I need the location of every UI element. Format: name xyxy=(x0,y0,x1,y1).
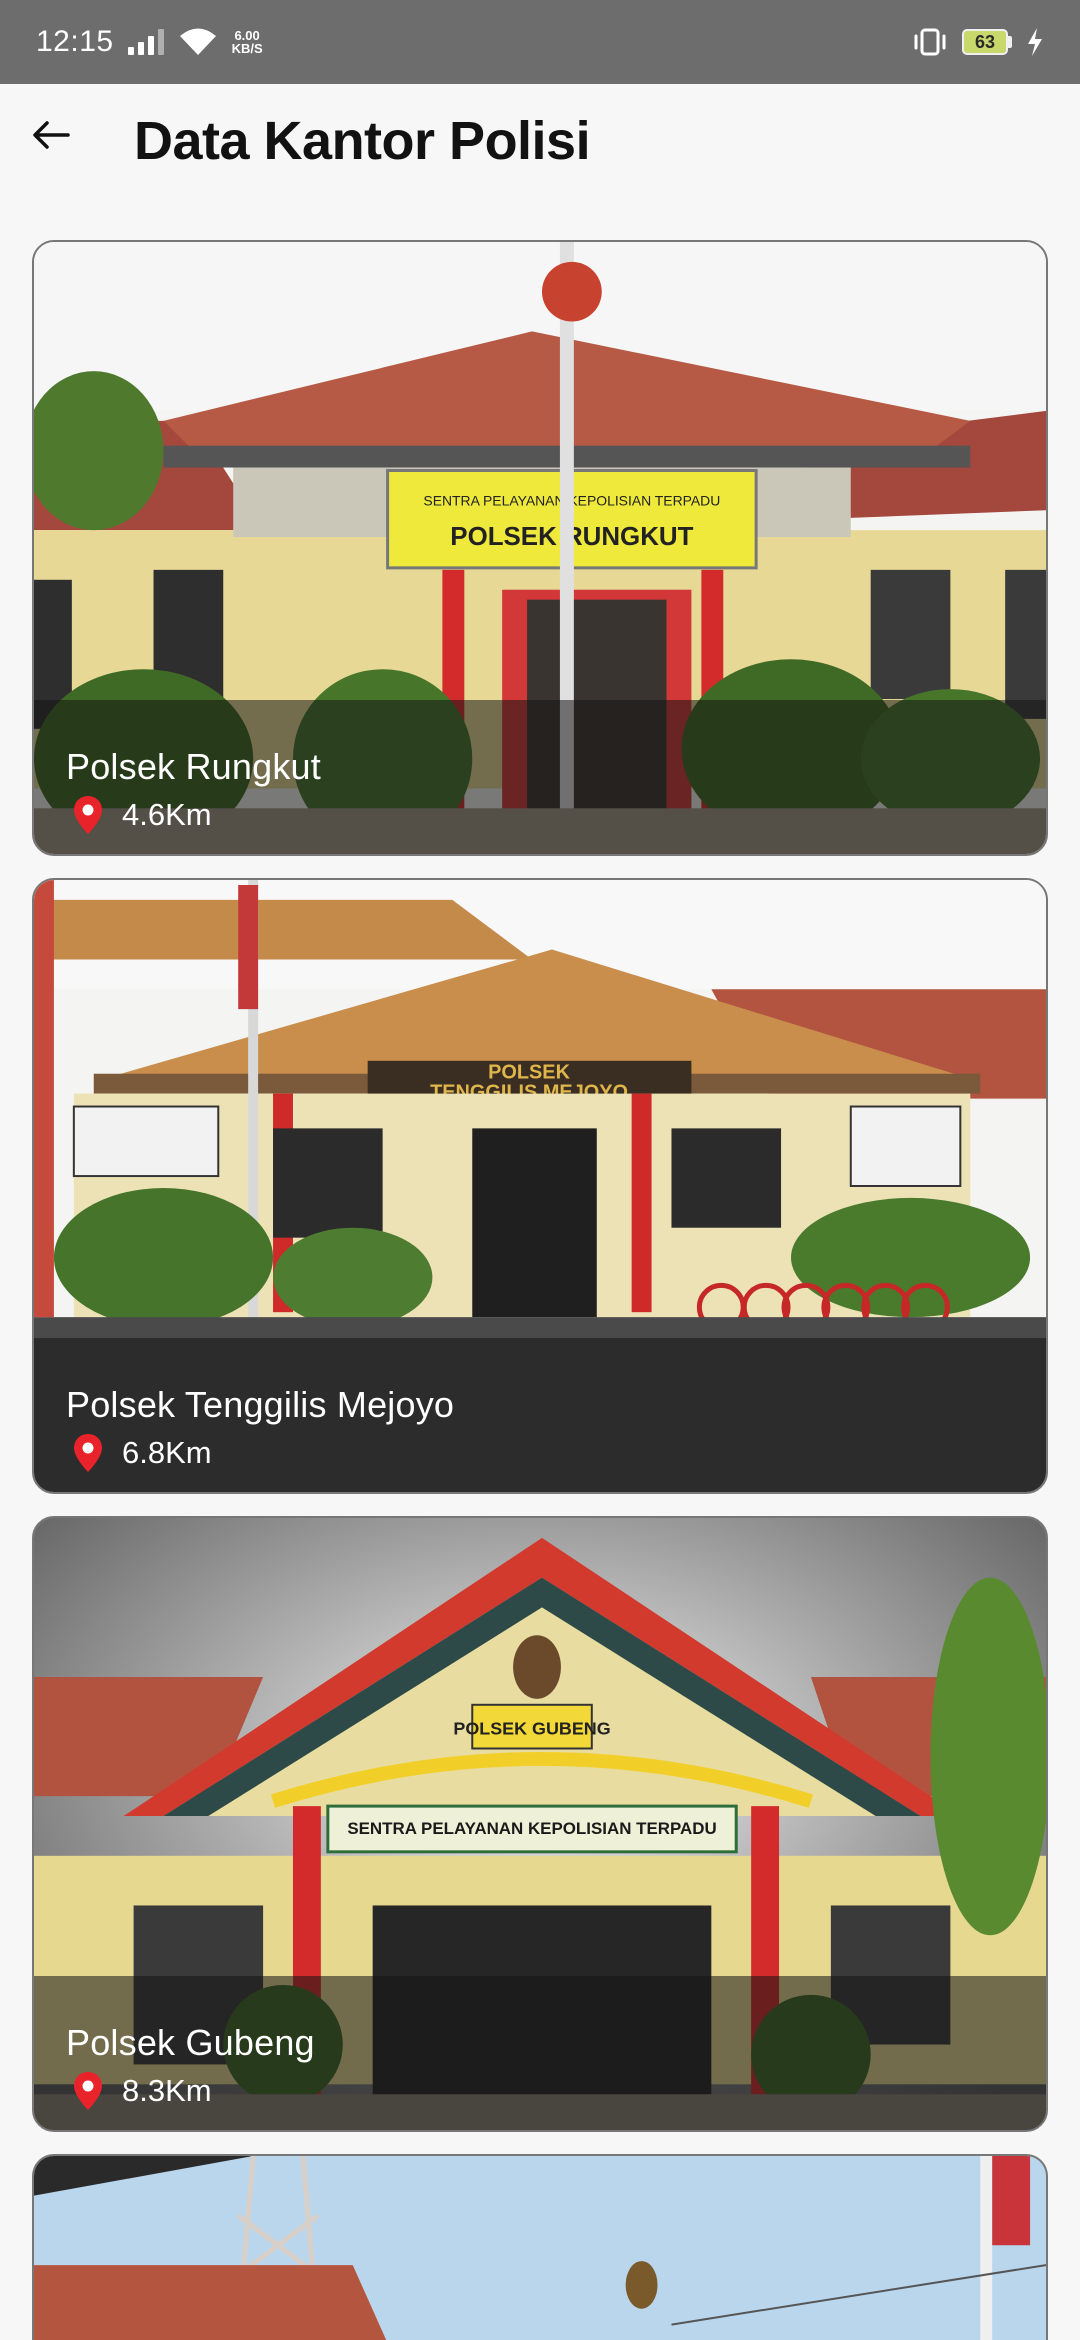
station-distance: 8.3Km xyxy=(74,2072,212,2110)
station-name: Polsek Gubeng xyxy=(66,2022,315,2063)
station-card[interactable] xyxy=(32,2154,1048,2340)
vibrate-icon xyxy=(914,28,946,56)
page-title: Data Kantor Polisi xyxy=(134,111,591,171)
status-time: 12:15 xyxy=(36,25,114,58)
battery-level: 63 xyxy=(962,29,1008,55)
sign-top-text: POLSEK GUBENG xyxy=(453,1719,610,1739)
location-pin-icon xyxy=(74,796,102,834)
distance-text: 8.3Km xyxy=(122,2073,212,2108)
station-card[interactable]: POLSEK TENGGILIS MEJOYO Polsek Tenggilis… xyxy=(32,878,1048,1494)
station-photo xyxy=(34,2156,1046,2340)
back-button[interactable] xyxy=(28,112,74,158)
location-pin-icon xyxy=(74,2072,102,2110)
station-name: Polsek Rungkut xyxy=(66,746,321,787)
charging-icon xyxy=(1028,28,1042,56)
station-card[interactable]: SENTRA PELAYANAN KEPOLISIAN TERPADU POLS… xyxy=(32,240,1048,856)
network-speed: 6.00 KB/S xyxy=(231,28,263,56)
distance-text: 4.6Km xyxy=(122,797,212,832)
station-distance: 4.6Km xyxy=(74,796,212,834)
battery-icon: 63 xyxy=(962,29,1012,55)
station-distance: 6.8Km xyxy=(74,1434,212,1472)
station-card[interactable]: POLSEK GUBENG SENTRA PELAYANAN KEPOLISIA… xyxy=(32,1516,1048,2132)
location-pin-icon xyxy=(74,1434,102,1472)
signal-icon xyxy=(127,29,164,55)
arrow-left-icon xyxy=(33,121,70,149)
app-bar: Data Kantor Polisi xyxy=(0,84,1080,204)
sign-top-text: POLSEK xyxy=(488,1062,570,1084)
distance-text: 6.8Km xyxy=(122,1435,212,1470)
station-name: Polsek Tenggilis Mejoyo xyxy=(66,1384,455,1425)
wifi-icon xyxy=(179,28,216,55)
status-bar: 12:15 6.00 KB/S 63 xyxy=(0,0,1080,84)
sign-main-text: SENTRA PELAYANAN KEPOLISIAN TERPADU xyxy=(347,1819,716,1838)
